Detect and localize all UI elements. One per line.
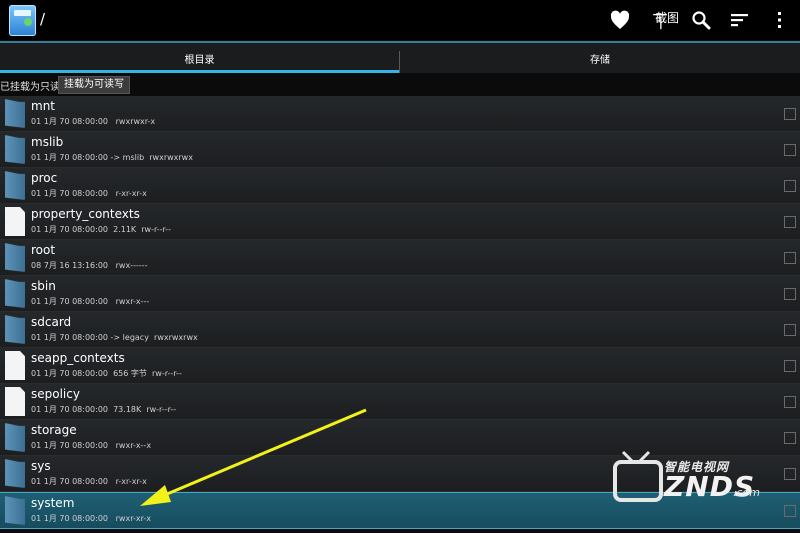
file-name: mslib	[31, 135, 64, 149]
select-checkbox[interactable]	[784, 288, 796, 300]
mount-rw-button[interactable]: 挂载为可读写	[58, 76, 130, 94]
action-bar: / 截图	[0, 0, 800, 40]
watermark-suffix: .com	[733, 486, 760, 499]
mount-status: 已挂载为只读	[0, 82, 60, 93]
file-meta: 01 1月 70 08:00:00 656 字节 rw-r--r--	[31, 369, 182, 378]
file-icon	[5, 351, 25, 380]
file-name: root	[31, 243, 56, 257]
file-meta: 01 1月 70 08:00:00 2.11K rw-r--r--	[31, 225, 172, 234]
list-item[interactable]: sepolicy 01 1月 70 08:00:00 73.18K rw-r--…	[0, 384, 800, 420]
folder-icon	[5, 135, 25, 164]
list-item[interactable]: property_contexts 01 1月 70 08:00:00 2.11…	[0, 204, 800, 240]
overflow-menu-icon[interactable]	[768, 8, 792, 32]
file-name: sepolicy	[31, 387, 80, 401]
file-name: property_contexts	[31, 207, 140, 221]
file-name: mnt	[31, 99, 55, 113]
list-item[interactable]: sdcard 01 1月 70 08:00:00 -> legacy rwxrw…	[0, 312, 800, 348]
file-meta: 08 7月 16 13:16:00 rwx------	[31, 261, 148, 270]
file-meta: 01 1月 70 08:00:00 rwxr-xr-x	[31, 514, 151, 523]
file-name: seapp_contexts	[31, 351, 125, 365]
sort-icon[interactable]	[728, 8, 752, 32]
list-item[interactable]: storage 01 1月 70 08:00:00 rwxr-x--x	[0, 420, 800, 456]
select-checkbox[interactable]	[784, 180, 796, 192]
select-checkbox[interactable]	[784, 108, 796, 120]
list-item[interactable]: root 08 7月 16 13:16:00 rwx------	[0, 240, 800, 276]
file-meta: 01 1月 70 08:00:00 -> legacy rwxrwxrwx	[31, 333, 198, 342]
file-meta: 01 1月 70 08:00:00 rwxr-x--x	[31, 441, 152, 450]
select-checkbox[interactable]	[784, 252, 796, 264]
file-name: sdcard	[31, 315, 72, 329]
select-checkbox[interactable]	[784, 432, 796, 444]
file-meta: 01 1月 70 08:00:00 rwxr-x---	[31, 297, 150, 306]
folder-icon	[5, 243, 25, 272]
file-meta: 01 1月 70 08:00:00 -> mslib rwxrwxrwx	[31, 153, 193, 162]
select-checkbox[interactable]	[784, 360, 796, 372]
folder-icon	[5, 171, 25, 200]
folder-icon	[5, 459, 25, 488]
file-name: storage	[31, 423, 77, 437]
tab-storage[interactable]: 存储	[400, 43, 800, 74]
folder-icon	[5, 496, 25, 525]
file-name: proc	[31, 171, 58, 185]
app-logo-icon[interactable]	[9, 5, 36, 36]
select-checkbox[interactable]	[784, 324, 796, 336]
select-checkbox[interactable]	[784, 468, 796, 480]
file-meta: 01 1月 70 08:00:00 r-xr-xr-x	[31, 189, 147, 198]
file-name: system	[31, 496, 75, 510]
tab-bar: 根目录 存储	[0, 41, 800, 74]
favorite-heart-icon[interactable]	[608, 8, 632, 32]
current-path: /	[40, 10, 46, 28]
folder-icon	[5, 99, 25, 128]
file-icon	[5, 387, 25, 416]
list-item[interactable]: seapp_contexts 01 1月 70 08:00:00 656 字节 …	[0, 348, 800, 384]
file-meta: 01 1月 70 08:00:00 73.18K rw-r--r--	[31, 405, 177, 414]
select-checkbox[interactable]	[784, 216, 796, 228]
folder-icon	[5, 315, 25, 344]
folder-icon	[5, 279, 25, 308]
screenshot-icon[interactable]	[648, 6, 672, 30]
select-checkbox[interactable]	[784, 144, 796, 156]
list-item[interactable]: sbin 01 1月 70 08:00:00 rwxr-x---	[0, 276, 800, 312]
list-item[interactable]: mslib 01 1月 70 08:00:00 -> mslib rwxrwxr…	[0, 132, 800, 168]
file-name: sys	[31, 459, 51, 473]
select-checkbox[interactable]	[784, 505, 796, 517]
file-meta: 01 1月 70 08:00:00 rwxrwxr-x	[31, 117, 156, 126]
file-icon	[5, 207, 25, 236]
file-name: sbin	[31, 279, 56, 293]
select-checkbox[interactable]	[784, 396, 796, 408]
search-icon[interactable]	[689, 8, 713, 32]
list-item[interactable]: proc 01 1月 70 08:00:00 r-xr-xr-x	[0, 168, 800, 204]
list-item[interactable]: mnt 01 1月 70 08:00:00 rwxrwxr-x	[0, 96, 800, 132]
file-meta: 01 1月 70 08:00:00 r-xr-xr-x	[31, 477, 147, 486]
folder-icon	[5, 423, 25, 452]
mount-bar: 已挂载为只读 挂载为可读写	[0, 73, 800, 95]
